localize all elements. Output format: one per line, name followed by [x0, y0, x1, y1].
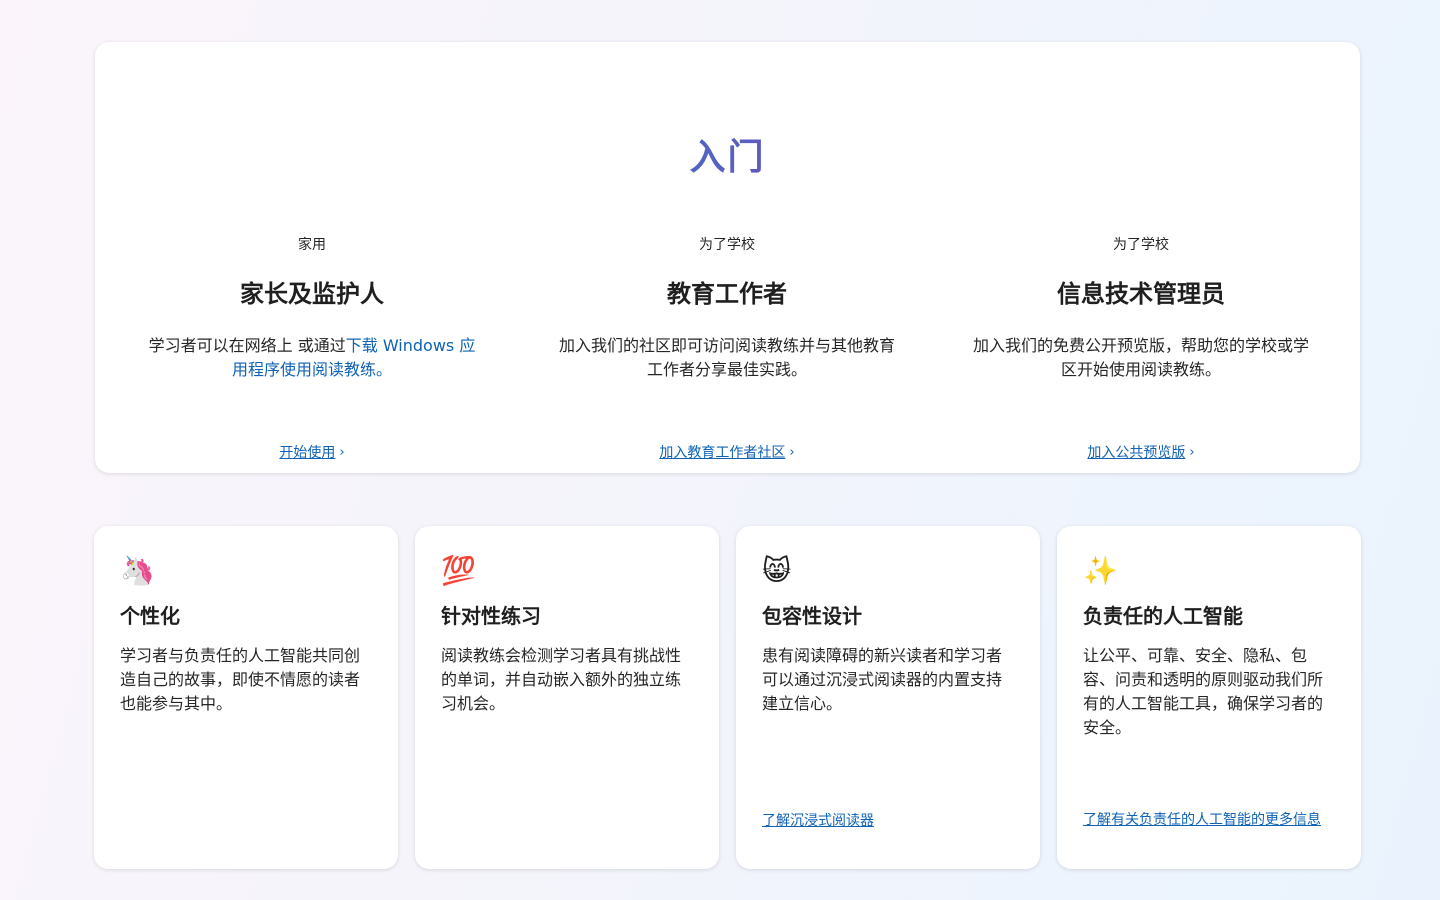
feature-card-inclusive-design: 😸 包容性设计 患有阅读障碍的新兴读者和学习者可以通过沉浸式阅读器的内置支持建立… — [736, 526, 1040, 869]
feature-description: 学习者与负责任的人工智能共同创造自己的故事，即使不情愿的读者也能参与其中。 — [120, 646, 361, 713]
grinning-cat-icon: 😸 — [762, 554, 792, 587]
feature-title: 包容性设计 — [762, 604, 862, 628]
learn-immersive-reader-link[interactable]: 了解沉浸式阅读器 — [762, 810, 1014, 832]
feature-description: 阅读教练会检测学习者具有挑战性的单词，并自动嵌入额外的独立练习机会。 — [441, 646, 682, 713]
unicorn-icon: 🦄 — [120, 554, 155, 587]
feature-description: 患有阅读障碍的新兴读者和学习者可以通过沉浸式阅读器的内置支持建立信心。 — [762, 646, 1003, 713]
audience-heading: 信息技术管理员 — [1057, 280, 1225, 308]
feature-description: 让公平、可靠、安全、隐私、包容、问责和透明的原则驱动我们所有的人工智能工具，确保… — [1083, 646, 1324, 737]
audience-eyebrow: 为了学校 — [1113, 237, 1169, 253]
audience-description: 学习者可以在网络上 或通过下载 Windows 应用程序使用阅读教练。 — [142, 334, 482, 382]
join-public-preview-link[interactable]: 加入公共预览版 › — [971, 443, 1311, 464]
feature-title: 针对性练习 — [441, 604, 541, 628]
cta-label: 开始使用 — [279, 445, 336, 461]
feature-card-targeted-practice: 💯 针对性练习 阅读教练会检测学习者具有挑战性的单词，并自动嵌入额外的独立练习机… — [415, 526, 719, 869]
cta-label: 加入教育工作者社区 — [659, 445, 786, 461]
get-started-link[interactable]: 开始使用 › — [142, 443, 482, 464]
audience-column-parents: 家用 家长及监护人 学习者可以在网络上 或通过下载 Windows 应用程序使用… — [142, 235, 482, 461]
audience-column-educators: 为了学校 教育工作者 加入我们的社区即可访问阅读教练并与其他教育工作者分享最佳实… — [557, 235, 897, 461]
join-educator-community-link[interactable]: 加入教育工作者社区 › — [557, 443, 897, 464]
sparkles-icon: ✨ — [1083, 554, 1118, 587]
section-title: 入门 — [95, 136, 1360, 180]
chevron-right-icon: › — [339, 445, 345, 460]
learn-responsible-ai-link[interactable]: 了解有关负责任的人工智能的更多信息 — [1083, 809, 1335, 831]
chevron-right-icon: › — [789, 445, 795, 460]
audience-column-it-admins: 为了学校 信息技术管理员 加入我们的免费公开预览版，帮助您的学校或学区开始使用阅… — [971, 235, 1311, 461]
feature-title: 个性化 — [120, 604, 180, 628]
audience-description: 加入我们的社区即可访问阅读教练并与其他教育工作者分享最佳实践。 — [558, 336, 895, 379]
audience-eyebrow: 家用 — [298, 237, 326, 253]
audience-heading: 家长及监护人 — [240, 280, 384, 308]
feature-card-personalized: 🦄 个性化 学习者与负责任的人工智能共同创造自己的故事，即使不情愿的读者也能参与… — [94, 526, 398, 869]
audience-description: 加入我们的免费公开预览版，帮助您的学校或学区开始使用阅读教练。 — [972, 336, 1309, 379]
hundred-points-icon: 💯 — [441, 554, 476, 587]
audience-heading: 教育工作者 — [667, 280, 787, 308]
cta-label: 加入公共预览版 — [1087, 445, 1186, 461]
feature-title: 负责任的人工智能 — [1083, 604, 1243, 628]
audience-description-text: 学习者可以在网络上 或通过 — [148, 336, 346, 355]
chevron-right-icon: › — [1189, 445, 1195, 460]
audience-eyebrow: 为了学校 — [699, 237, 755, 253]
feature-card-responsible-ai: ✨ 负责任的人工智能 让公平、可靠、安全、隐私、包容、问责和透明的原则驱动我们所… — [1057, 526, 1361, 869]
getting-started-card: 入门 家用 家长及监护人 学习者可以在网络上 或通过下载 Windows 应用程… — [95, 42, 1360, 473]
